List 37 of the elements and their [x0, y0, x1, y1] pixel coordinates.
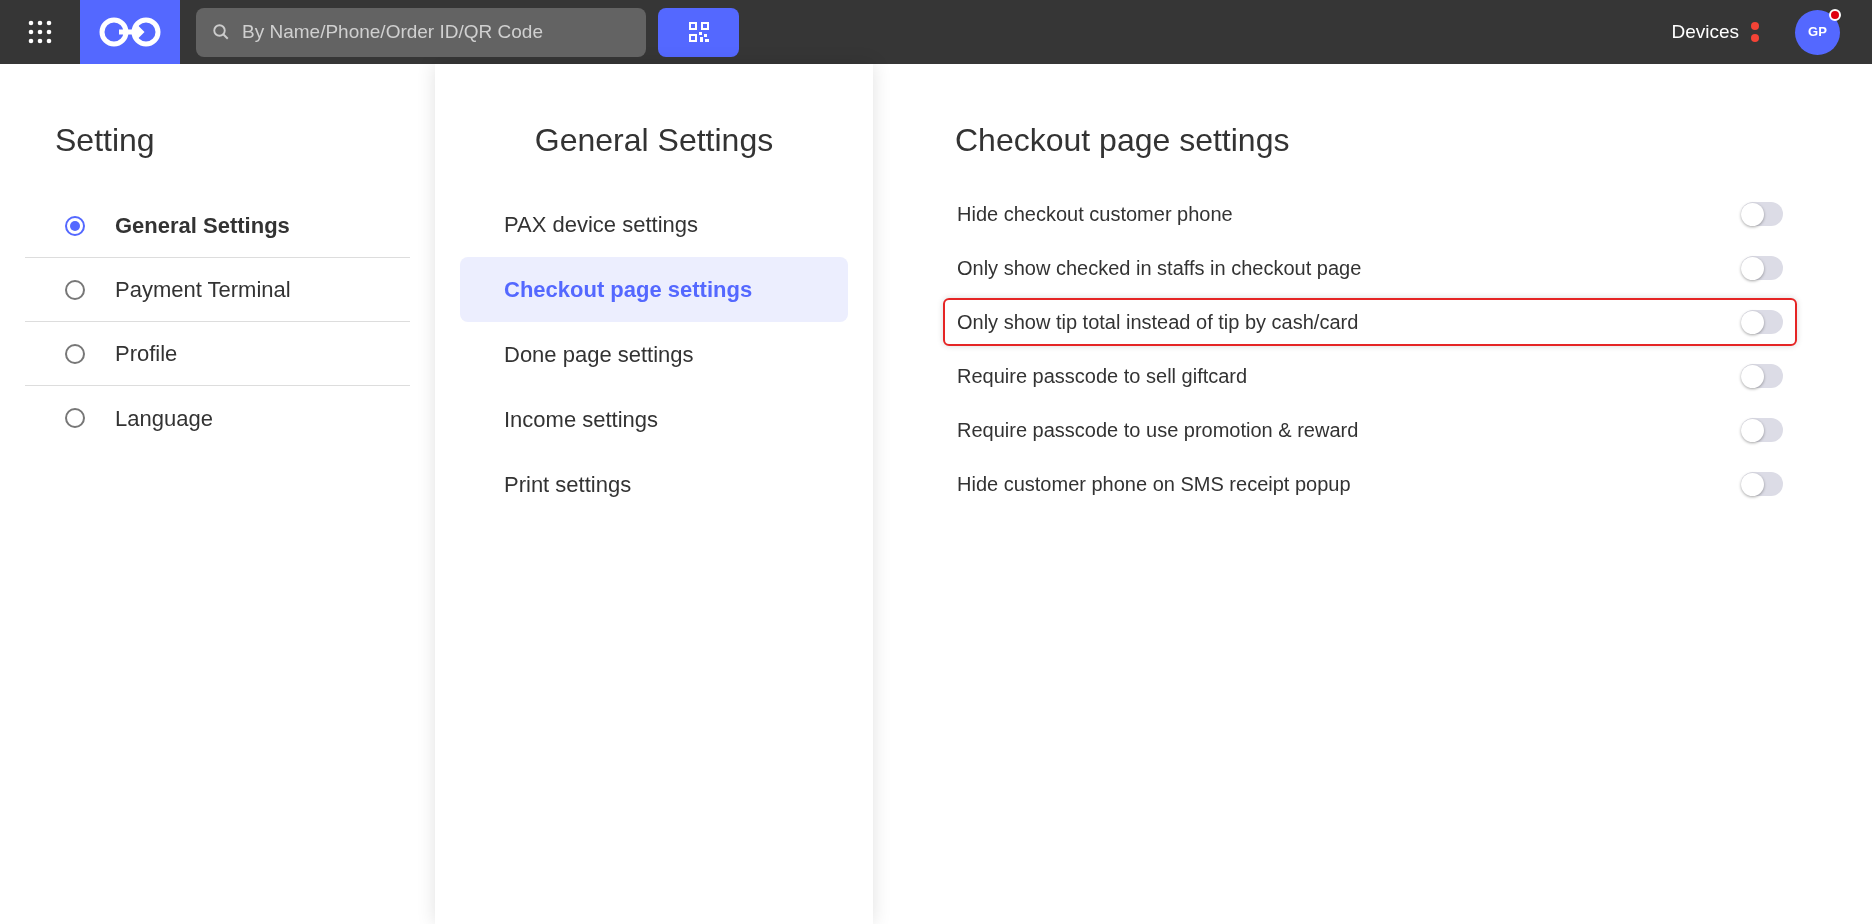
- sidebar-item[interactable]: Language: [25, 386, 410, 450]
- setting-label: Only show tip total instead of tip by cash/card: [957, 310, 1359, 335]
- submenu-item[interactable]: Done page settings: [460, 322, 848, 387]
- search-icon: [212, 22, 230, 41]
- setting-label: Require passcode to use promotion & reward: [957, 418, 1359, 443]
- sidebar-item[interactable]: Profile: [25, 322, 410, 386]
- radio-button[interactable]: [65, 215, 85, 236]
- submenu-item[interactable]: PAX device settings: [460, 192, 848, 257]
- setting-label: Only show checked in staffs in checkout page: [957, 256, 1362, 281]
- avatar[interactable]: GP: [1795, 9, 1840, 55]
- toggle-switch[interactable]: [1741, 202, 1783, 226]
- toggle-switch[interactable]: [1741, 310, 1783, 334]
- search-field[interactable]: By Name/Phone/Order ID/QR Code: [196, 7, 646, 57]
- sidebar-item[interactable]: General Settings: [25, 194, 410, 258]
- grid-dots-icon: [28, 20, 52, 44]
- setting-label: Hide customer phone on SMS receipt popup: [957, 472, 1351, 497]
- devices-button[interactable]: Devices: [1671, 17, 1739, 47]
- toggle-switch[interactable]: [1741, 256, 1783, 280]
- radio-button[interactable]: [65, 279, 85, 300]
- linked-rings-logo-icon: [97, 16, 163, 48]
- submenu-item[interactable]: Print settings: [460, 452, 848, 517]
- toggle-switch[interactable]: [1741, 472, 1783, 496]
- toggle-switch[interactable]: [1741, 364, 1783, 388]
- dots-status-icon: [1751, 22, 1759, 42]
- submenu-item[interactable]: Checkout page settings: [460, 257, 848, 322]
- toggle-switch[interactable]: [1741, 418, 1783, 442]
- section-title: Checkout page settings: [955, 121, 1291, 160]
- panel-title: Setting: [54, 121, 156, 160]
- qr-code-icon: [688, 22, 709, 42]
- qr-scan-button[interactable]: [658, 7, 739, 57]
- sidebar-item[interactable]: Payment Terminal: [25, 258, 410, 322]
- radio-button[interactable]: [65, 343, 85, 364]
- panel-title: General Settings: [533, 121, 775, 160]
- setting-label: Require passcode to sell giftcard: [957, 364, 1248, 389]
- submenu-item[interactable]: Income settings: [460, 387, 848, 452]
- radio-button[interactable]: [65, 408, 85, 428]
- setting-label: Hide checkout customer phone: [957, 202, 1233, 227]
